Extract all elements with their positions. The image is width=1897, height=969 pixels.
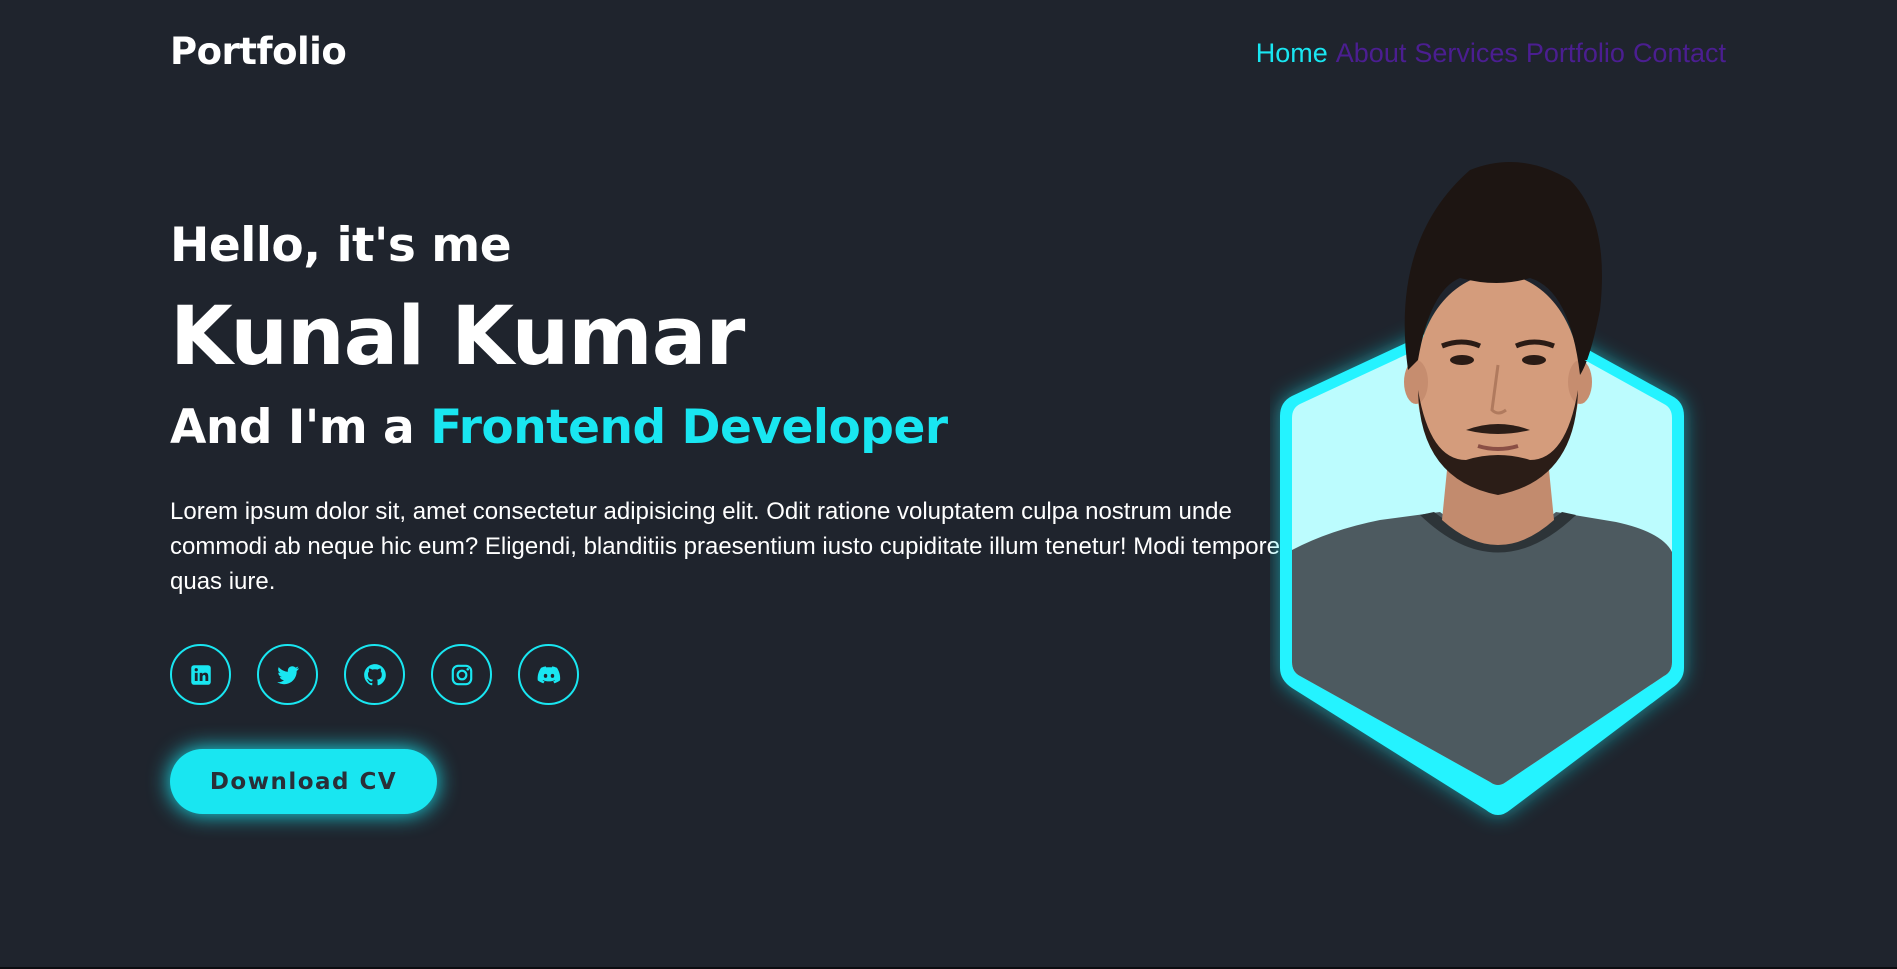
- nav-item-portfolio[interactable]: Portfolio: [1526, 38, 1625, 69]
- role-prefix: And I'm a: [170, 400, 415, 455]
- linkedin-icon: [190, 664, 211, 685]
- discord-link[interactable]: [518, 644, 579, 705]
- role-highlight: Frontend Developer: [430, 400, 948, 455]
- nav-item-contact[interactable]: Contact: [1633, 38, 1726, 69]
- linkedin-link[interactable]: [170, 644, 231, 705]
- discord-icon: [537, 665, 560, 683]
- social-links: [170, 644, 579, 705]
- profile-portrait: [1280, 162, 1684, 815]
- site-logo[interactable]: Portfolio: [170, 30, 347, 73]
- download-cv-button[interactable]: Download CV: [170, 749, 437, 814]
- twitter-link[interactable]: [257, 644, 318, 705]
- nav-item-home[interactable]: Home: [1256, 38, 1328, 69]
- twitter-icon: [276, 665, 299, 684]
- instagram-link[interactable]: [431, 644, 492, 705]
- hero-name: Kunal Kumar: [170, 290, 745, 384]
- nav-item-services[interactable]: Services: [1414, 38, 1518, 69]
- instagram-icon: [451, 664, 472, 685]
- github-icon: [363, 663, 386, 685]
- main-nav: Home About Services Portfolio Contact: [1256, 38, 1726, 69]
- page: Portfolio Home About Services Portfolio …: [0, 0, 1897, 969]
- nav-item-about[interactable]: About: [1336, 38, 1407, 69]
- hero-greeting: Hello, it's me: [170, 218, 512, 273]
- hero-role: And I'm a Frontend Developer: [170, 400, 948, 455]
- github-link[interactable]: [344, 644, 405, 705]
- hero-description: Lorem ipsum dolor sit, amet consectetur …: [170, 498, 1280, 595]
